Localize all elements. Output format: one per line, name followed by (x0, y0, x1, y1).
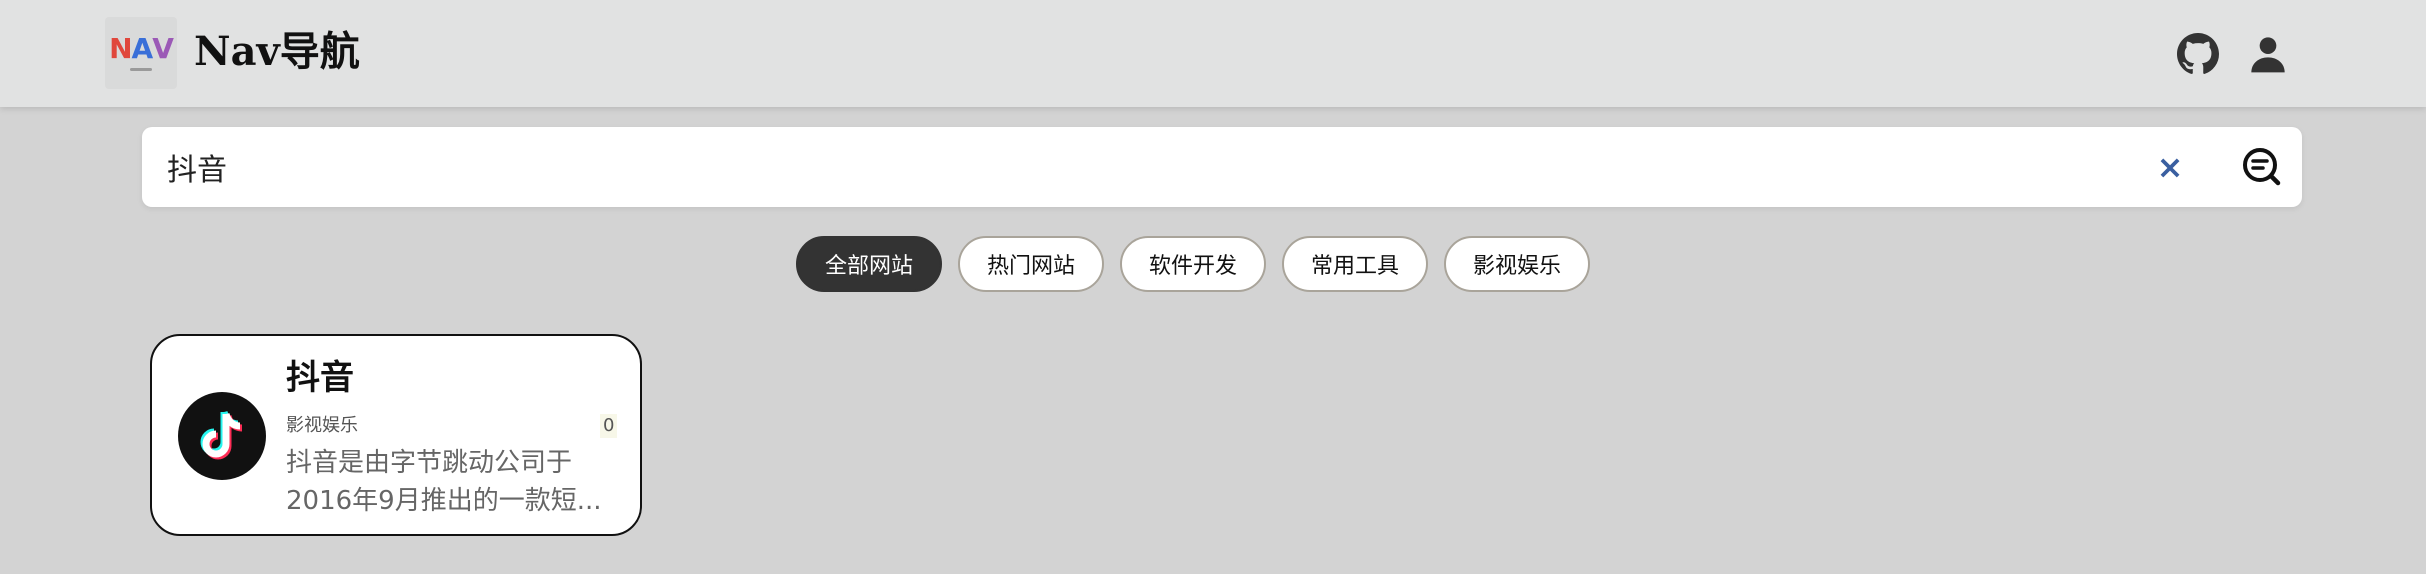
card-visit-count: 0 (600, 414, 618, 438)
logo-letters: N A V (109, 32, 174, 65)
github-icon[interactable] (2172, 28, 2224, 80)
search-bar: × (142, 127, 2302, 207)
user-icon[interactable] (2242, 28, 2294, 80)
tab-all-sites[interactable]: 全部网站 (796, 236, 942, 292)
card-title: 抖音 (286, 358, 354, 398)
category-tabs: 全部网站 热门网站 软件开发 常用工具 影视娱乐 (796, 236, 1590, 294)
site-logo[interactable]: N A V (105, 17, 177, 89)
tab-common-tools[interactable]: 常用工具 (1282, 236, 1428, 292)
card-description-line: 2016年9月推出的一款短... (286, 486, 602, 516)
logo-underline (130, 68, 152, 71)
search-input[interactable] (142, 127, 2202, 207)
site-card[interactable]: 抖音 影视娱乐 0 抖音是由字节跳动公司于 2016年9月推出的一款短... (150, 334, 642, 536)
tab-entertainment[interactable]: 影视娱乐 (1444, 236, 1590, 292)
site-title[interactable]: Nav导航 (194, 22, 360, 82)
search-list-icon (2243, 148, 2281, 186)
search-button[interactable] (2222, 127, 2302, 207)
card-description-line: 抖音是由字节跳动公司于 (286, 448, 573, 478)
tab-popular-sites[interactable]: 热门网站 (958, 236, 1104, 292)
clear-search-button[interactable]: × (2150, 147, 2190, 187)
tiktok-icon (178, 392, 266, 480)
tab-software-dev[interactable]: 软件开发 (1120, 236, 1266, 292)
card-category: 影视娱乐 (286, 415, 358, 436)
card-description: 抖音是由字节跳动公司于 2016年9月推出的一款短... (286, 444, 616, 520)
top-navbar: N A V Nav导航 (0, 0, 2426, 107)
